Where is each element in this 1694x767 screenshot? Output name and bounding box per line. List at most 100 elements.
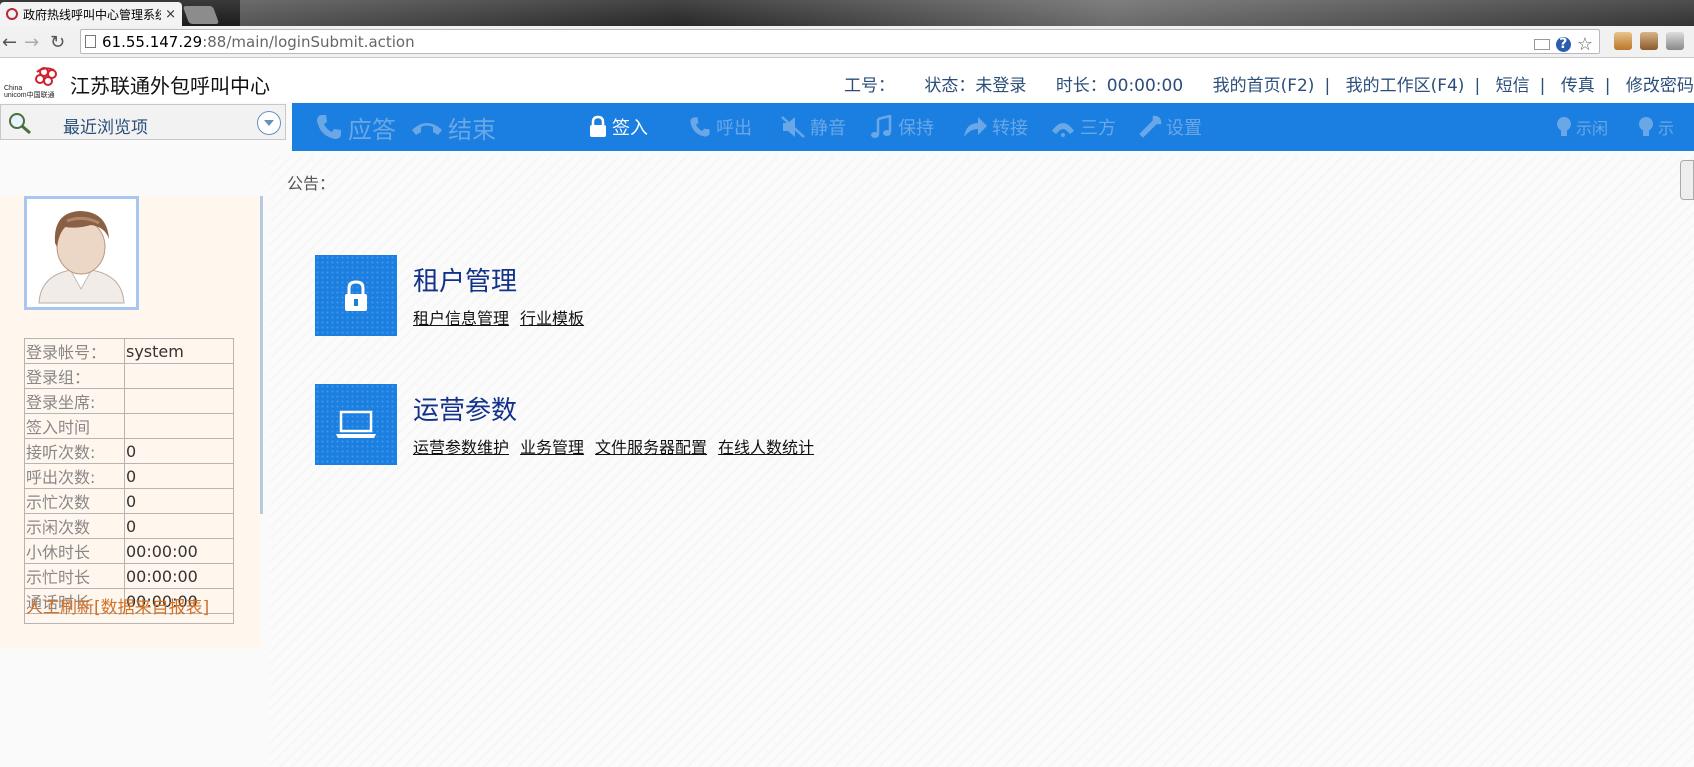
url-path: :88/main/loginSubmit.action [202,32,415,51]
browser-tab[interactable]: 政府热线呼叫中心管理系统 × [0,2,182,26]
link-my-homepage[interactable]: 我的首页(F2) [1213,76,1315,96]
hangup-button[interactable]: 结束 [410,103,496,151]
bookmark-star-icon[interactable]: ☆ [1577,34,1593,55]
three-way-label: 三方 [1080,118,1116,139]
callout-button[interactable]: 呼出 [688,103,752,151]
idle-label: 示闲 [1576,119,1609,138]
svg-text:unicom中国联通: unicom中国联通 [4,90,55,98]
link-operation-params[interactable]: 运营参数维护 [413,434,509,458]
link-my-workspace[interactable]: 我的工作区(F4) [1346,76,1465,96]
extension-icon[interactable] [1666,32,1684,50]
module-tile[interactable] [315,384,397,465]
stats-label: 接听次数: [24,438,125,464]
agent-stats-table: 登录帐号： system 登录组： 登录坐席: 签入时间 接听次数: 0 呼出次数:… [24,338,234,614]
stats-value: 00:00:00 [124,563,234,589]
tab-title: 政府热线呼叫中心管理系统 [23,7,162,22]
stats-label: 呼出次数: [24,463,125,489]
recent-items-label[interactable]: 最近浏览项 [63,113,148,138]
help-icon[interactable]: ? [1555,37,1571,52]
stats-row: 登录组： [24,363,234,389]
link-change-password[interactable]: 修改密码 [1626,76,1694,96]
phone-icon [317,115,341,139]
busy-button[interactable]: 示 [1638,103,1674,151]
panel-divider [260,196,263,514]
stats-row: 示忙次数 0 [24,488,234,514]
link-business-management[interactable]: 业务管理 [520,434,584,458]
lightbulb-icon [1639,117,1653,136]
svg-text:China: China [4,85,22,92]
stats-label: 签入时间 [24,413,125,439]
stats-label: 示忙时长 [24,563,125,589]
back-arrow-icon[interactable]: ← [2,32,17,53]
stats-row: 接听次数: 0 [24,438,234,464]
stats-row: 签入时间 [24,413,234,439]
idle-button[interactable]: 示闲 [1556,103,1608,151]
hangup-label: 结束 [448,115,496,144]
stats-label: 小休时长 [24,538,125,564]
forward-arrow-icon[interactable]: → [24,32,39,53]
settings-label: 设置 [1166,118,1202,139]
three-way-button[interactable]: 三方 [1050,103,1116,151]
header-info-bar: 工号： 状态：未登录 时长：00:00:00 我的首页(F2) | 我的工作区(F… [844,76,1694,96]
stats-row: 呼出次数: 0 [24,463,234,489]
tabstrip-background [240,0,1694,26]
app-header: China unicom中国联通 江苏联通外包呼叫中心 工号： 状态：未登录 时… [0,58,1694,102]
answer-button[interactable]: 应答 [314,103,396,151]
answer-label: 应答 [348,115,396,144]
hangup-icon [412,123,442,135]
site-favicon-icon [6,8,18,20]
call-toolbar: 应答 结束 签入 呼出 静音 保持 转接 三方 设置 示闲 示 [292,103,1694,151]
lock-icon [590,115,606,137]
link-tenant-info[interactable]: 租户信息管理 [413,305,509,329]
reload-icon[interactable]: ↻ [50,32,65,53]
link-sms[interactable]: 短信 [1496,76,1530,96]
module-tile[interactable] [315,255,397,336]
tab-close-icon[interactable]: × [165,7,176,22]
laptop-icon [336,410,376,438]
phone-icon [690,117,710,137]
page-icon [85,35,96,48]
hold-label: 保持 [898,118,934,139]
stats-row: 小休时长 00:00:00 [24,538,234,564]
module-operation-params: 运营参数 运营参数维护 业务管理 文件服务器配置 在线人数统计 [315,384,915,466]
extension-icon[interactable] [1614,32,1632,50]
avatar [24,196,139,310]
hold-button[interactable]: 保持 [870,103,934,151]
chevron-down-icon[interactable] [257,111,281,135]
forward-arrow-icon [964,117,987,137]
transfer-button[interactable]: 转接 [962,103,1028,151]
link-online-users-stats[interactable]: 在线人数统计 [718,434,814,458]
app-title: 江苏联通外包呼叫中心 [70,74,270,98]
stats-value [124,388,234,414]
wrench-icon [1139,115,1162,138]
extension-icon[interactable] [1640,32,1658,50]
notice-label: 公告： [287,174,336,193]
stats-label: 示闲次数 [24,513,125,539]
stats-label: 登录帐号： [24,338,125,364]
side-panel-handle[interactable] [1680,160,1694,200]
new-tab-button[interactable] [182,6,220,24]
duration-label: 时长：00:00:00 [1055,76,1184,96]
china-unicom-logo: China unicom中国联通 [4,67,57,98]
address-bar[interactable]: 61.55.147.29:88/main/loginSubmit.action … [80,29,1600,55]
stats-label: 示忙次数 [24,488,125,514]
stats-value: system [124,338,234,364]
settings-button[interactable]: 设置 [1138,103,1202,151]
mute-button[interactable]: 静音 [780,103,846,151]
stats-value: 0 [124,488,234,514]
stats-value [124,363,234,389]
busy-label: 示 [1658,119,1675,138]
music-note-icon [871,115,892,138]
link-fax[interactable]: 传真 [1561,76,1595,96]
stats-value [124,413,234,439]
search-icon[interactable] [7,111,33,135]
page-action-icon[interactable] [1533,39,1550,50]
stats-value: 0 [124,463,234,489]
recent-items-bar: 最近浏览项 [0,104,286,140]
signin-button[interactable]: 签入 [588,103,648,151]
link-industry-template[interactable]: 行业模板 [520,305,584,329]
link-file-server-config[interactable]: 文件服务器配置 [595,434,707,458]
stats-row: 登录坐席: [24,388,234,414]
manual-refresh-link[interactable]: 人工刷新[数据来自报表] [24,592,234,624]
stats-row: 登录帐号： system [24,338,234,364]
